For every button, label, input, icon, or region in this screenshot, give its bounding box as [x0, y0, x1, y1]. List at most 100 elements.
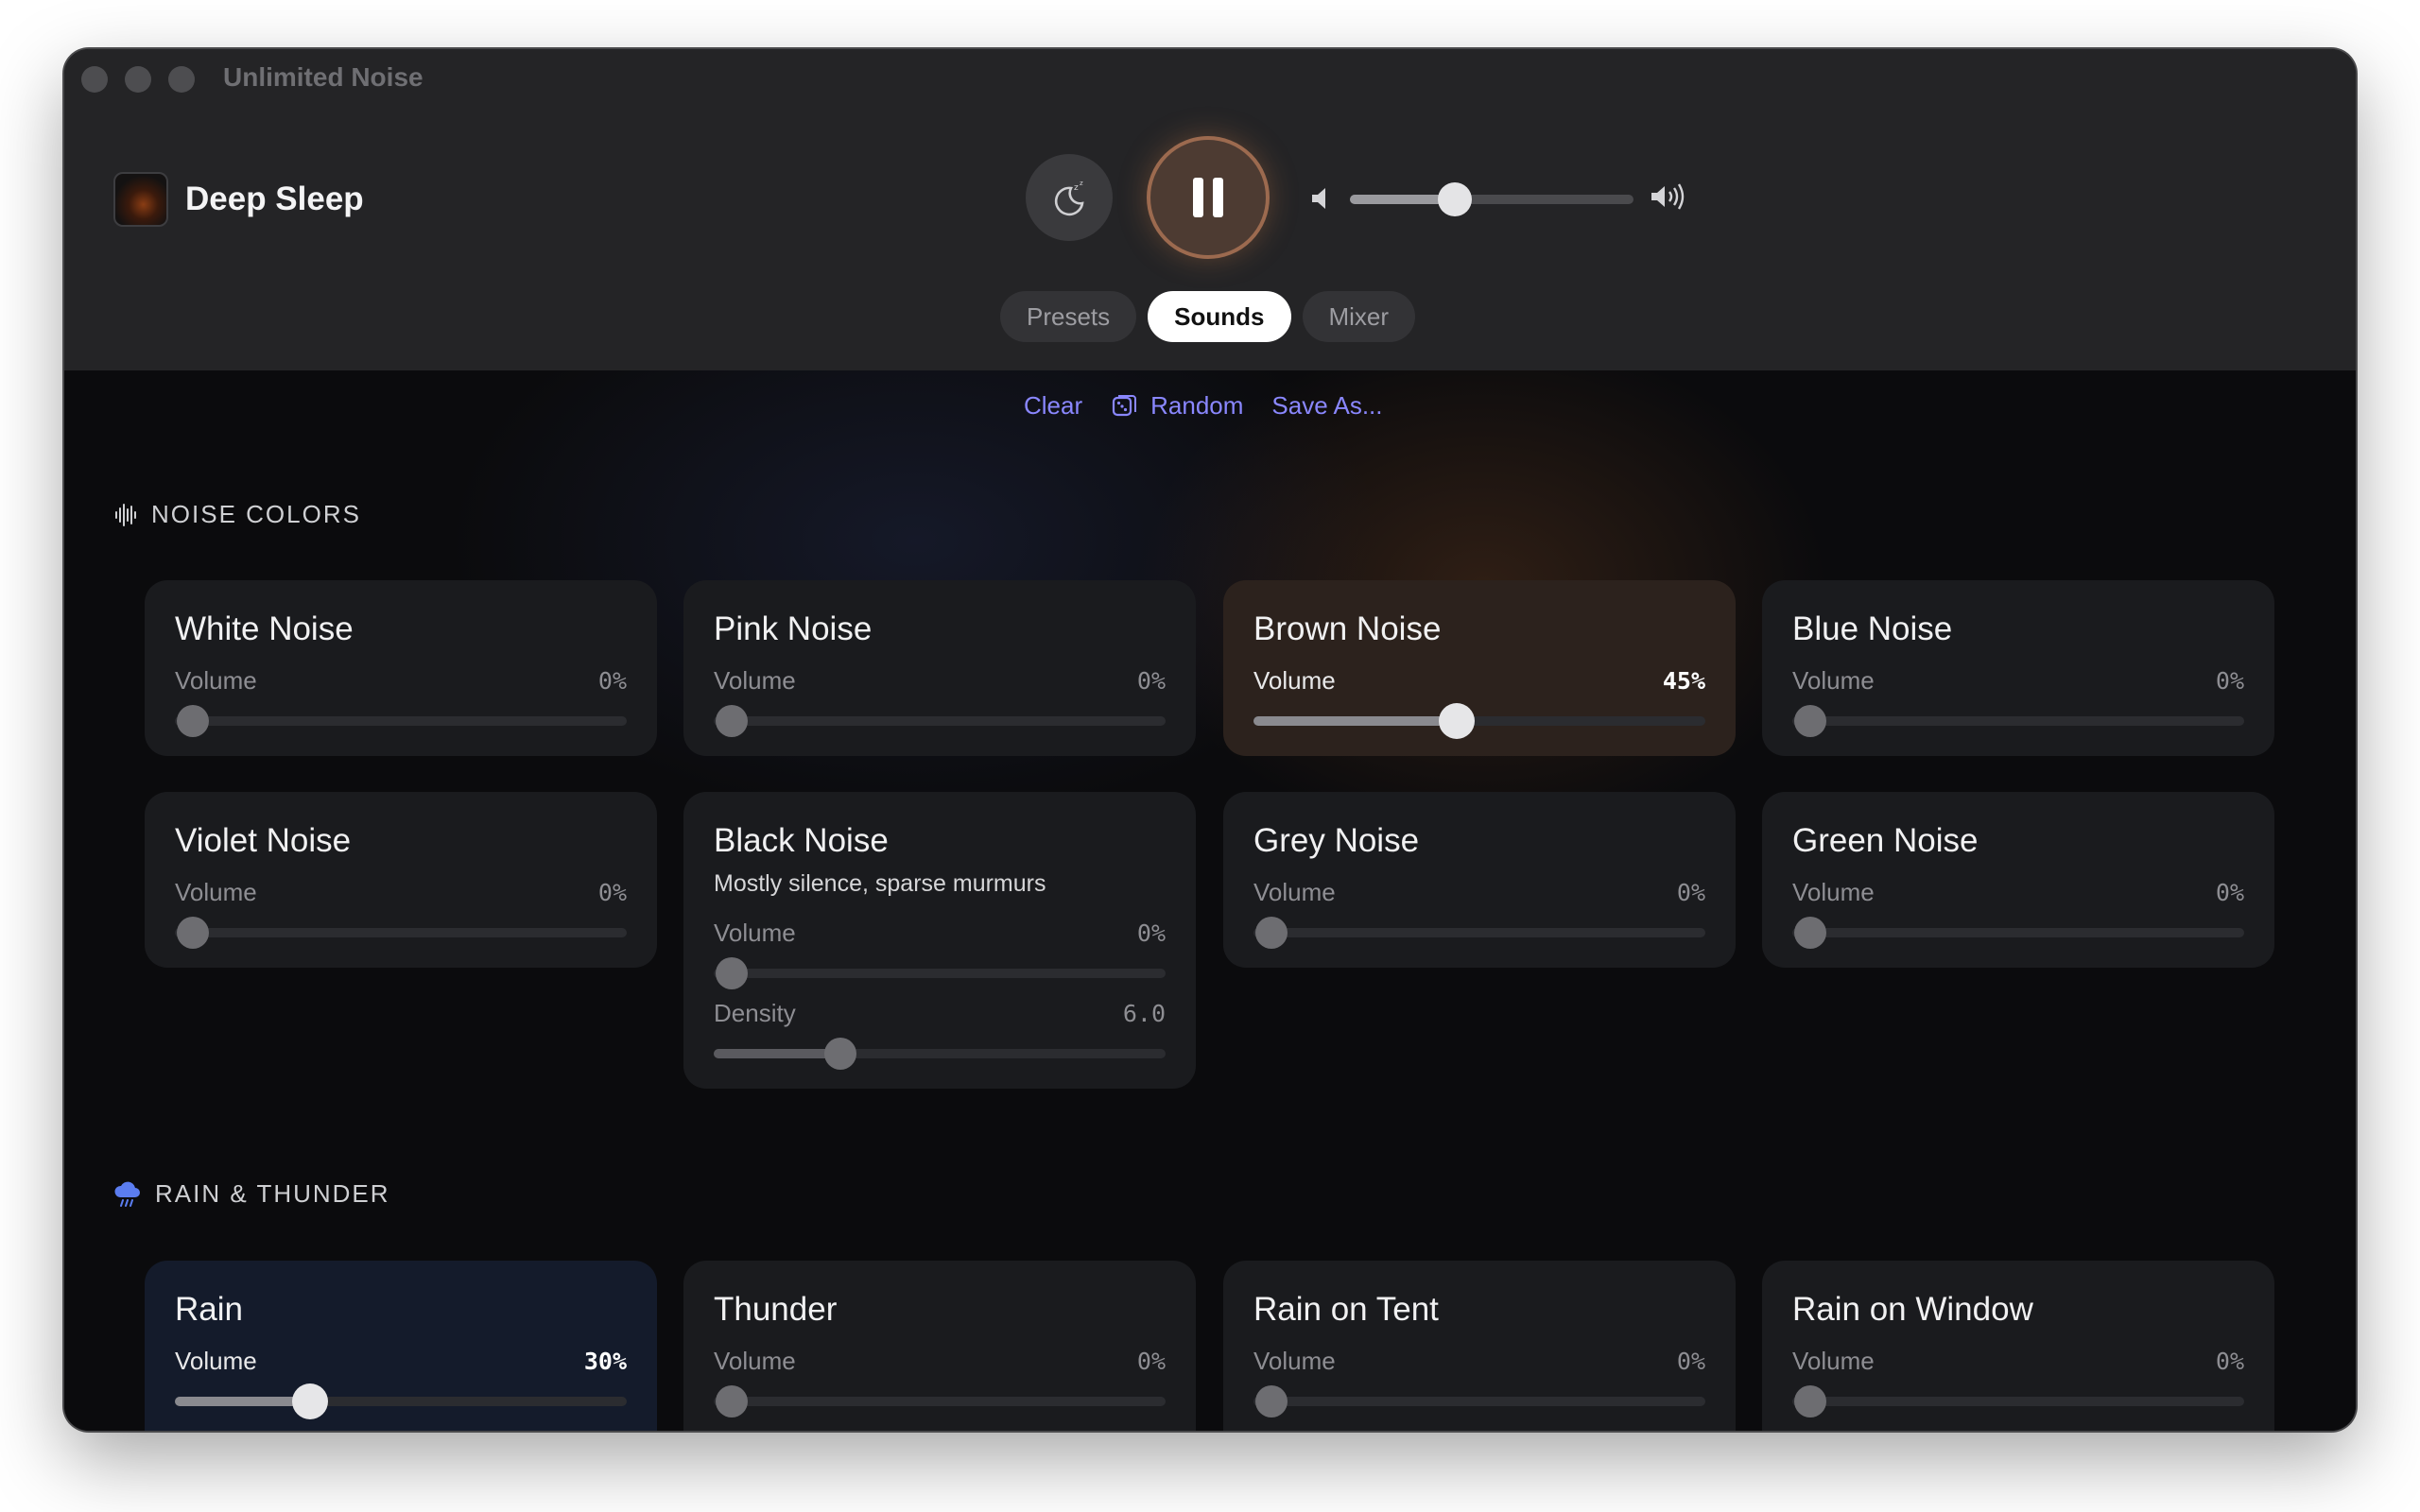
window-title: Unlimited Noise	[223, 62, 424, 92]
tab-sounds[interactable]: Sounds	[1148, 291, 1291, 342]
control-value: 30%	[1663, 1428, 1705, 1431]
control-header: Intensity 50%	[1792, 1427, 2244, 1431]
moon-zzz-icon: z z	[1054, 180, 1084, 216]
sound-card-thunder[interactable]: Thunder Volume 0% Frequency 2.0	[683, 1261, 1196, 1431]
control-value: 0%	[2215, 1348, 2244, 1375]
control-value: 30%	[583, 1348, 627, 1375]
sound-title: Rain on Window	[1792, 1291, 2033, 1328]
slider-thumb[interactable]	[177, 917, 210, 949]
sound-card-green-noise[interactable]: Green Noise Volume 0%	[1762, 792, 2274, 968]
volume-slider[interactable]	[1792, 1385, 2244, 1418]
control-label: Density	[714, 999, 796, 1027]
density-control: Density 6.0	[714, 999, 1166, 1070]
sound-title: Thunder	[714, 1291, 838, 1328]
control-label: Volume	[714, 666, 796, 695]
control-value: 2.0	[1123, 1428, 1166, 1431]
preset-artwork	[113, 172, 168, 227]
control-header: Frequency 2.0	[714, 1427, 1166, 1431]
control-value: 0%	[1136, 1348, 1166, 1375]
volume-slider[interactable]	[175, 1383, 627, 1419]
random-button[interactable]: Random	[1111, 391, 1243, 421]
sound-title: Black Noise	[714, 822, 889, 859]
slider-thumb[interactable]	[292, 1383, 329, 1419]
clear-button[interactable]: Clear	[1024, 391, 1082, 421]
minimize-window-button[interactable]	[125, 66, 151, 93]
control-header: Volume 0%	[714, 666, 1166, 696]
control-value: 45%	[1662, 667, 1705, 695]
sound-card-brown-noise[interactable]: Brown Noise Volume 45%	[1223, 580, 1736, 756]
volume-control: Volume 0%	[1253, 1347, 1705, 1418]
control-label: Volume	[1253, 878, 1336, 906]
control-header: Volume 0%	[1253, 878, 1705, 907]
slider-thumb[interactable]	[1794, 705, 1827, 737]
control-value: 0%	[597, 879, 627, 906]
sound-title: Pink Noise	[714, 610, 873, 647]
sound-card-pink-noise[interactable]: Pink Noise Volume 0%	[683, 580, 1196, 756]
waveform-icon	[115, 503, 136, 526]
volume-slider[interactable]	[175, 917, 627, 949]
control-header: Intensity 35%	[175, 1427, 627, 1431]
close-window-button[interactable]	[81, 66, 108, 93]
slider-thumb[interactable]	[1794, 917, 1827, 949]
tab-presets[interactable]: Presets	[1000, 291, 1137, 342]
slider-thumb[interactable]	[823, 1038, 856, 1070]
slider-thumb[interactable]	[1255, 917, 1288, 949]
control-header: Density 6.0	[714, 999, 1166, 1028]
speaker-low-icon	[1312, 188, 1325, 209]
volume-slider[interactable]	[1253, 703, 1705, 739]
control-header: Surface 30%	[1253, 1427, 1705, 1431]
sound-title: Grey Noise	[1253, 822, 1420, 859]
slider-thumb[interactable]	[177, 705, 210, 737]
volume-slider[interactable]	[1792, 705, 2244, 737]
svg-text:z: z	[1074, 183, 1079, 193]
volume-control: Volume 0%	[1792, 666, 2244, 737]
sound-card-black-noise[interactable]: Black Noise Mostly silence, sparse murmur…	[683, 792, 1196, 1089]
sound-card-violet-noise[interactable]: Violet Noise Volume 0%	[145, 792, 657, 968]
slider-thumb[interactable]	[1439, 703, 1476, 739]
sound-title: Brown Noise	[1253, 610, 1442, 647]
master-volume-thumb[interactable]	[1438, 182, 1472, 216]
now-playing[interactable]: Deep Sleep	[113, 172, 364, 227]
density-slider[interactable]	[714, 1038, 1166, 1070]
control-value: 0%	[597, 667, 627, 695]
master-volume-slider[interactable]	[1350, 182, 1634, 216]
slider-thumb[interactable]	[716, 957, 749, 989]
view-tabs: Presets Sounds Mixer	[1000, 291, 1416, 342]
save-as-button[interactable]: Save As...	[1271, 391, 1382, 421]
volume-slider[interactable]	[1253, 917, 1705, 949]
sleep-timer-button[interactable]: z z	[1026, 154, 1113, 241]
control-value: 35%	[584, 1428, 627, 1431]
slider-thumb[interactable]	[1255, 1385, 1288, 1418]
sound-card-grey-noise[interactable]: Grey Noise Volume 0%	[1223, 792, 1736, 968]
control-header: Volume 0%	[1792, 666, 2244, 696]
sound-card-rain[interactable]: Rain Volume 30% Intensity 35%	[145, 1261, 657, 1431]
sound-card-blue-noise[interactable]: Blue Noise Volume 0%	[1762, 580, 2274, 756]
sound-title: Green Noise	[1792, 822, 1979, 859]
control-label: Volume	[175, 878, 257, 906]
volume-slider[interactable]	[175, 705, 627, 737]
pause-button[interactable]	[1147, 136, 1270, 259]
control-label: Volume	[1253, 666, 1336, 695]
volume-slider[interactable]	[714, 705, 1166, 737]
control-value: 0%	[1136, 667, 1166, 695]
intensity-control: Intensity 50%	[1792, 1427, 2244, 1431]
sound-card-rain-on-tent[interactable]: Rain on Tent Volume 0% Surface 30%	[1223, 1261, 1736, 1431]
sound-description: Mostly silence, sparse murmurs	[714, 870, 1046, 897]
volume-slider[interactable]	[1253, 1385, 1705, 1418]
control-label: Intensity	[175, 1427, 267, 1431]
control-header: Volume 0%	[1792, 1347, 2244, 1376]
volume-slider[interactable]	[714, 1385, 1166, 1418]
control-label: Intensity	[1792, 1427, 1884, 1431]
volume-slider[interactable]	[1792, 917, 2244, 949]
volume-control: Volume 0%	[714, 919, 1166, 989]
slider-thumb[interactable]	[716, 705, 749, 737]
slider-thumb[interactable]	[1794, 1385, 1827, 1418]
zoom-window-button[interactable]	[168, 66, 195, 93]
slider-thumb[interactable]	[716, 1385, 749, 1418]
sound-card-white-noise[interactable]: White Noise Volume 0%	[145, 580, 657, 756]
volume-slider[interactable]	[714, 957, 1166, 989]
tab-mixer[interactable]: Mixer	[1302, 291, 1416, 342]
sound-title: Blue Noise	[1792, 610, 1953, 647]
control-value: 0%	[1136, 919, 1166, 947]
sound-card-rain-on-window[interactable]: Rain on Window Volume 0% Intensity 50%	[1762, 1261, 2274, 1431]
